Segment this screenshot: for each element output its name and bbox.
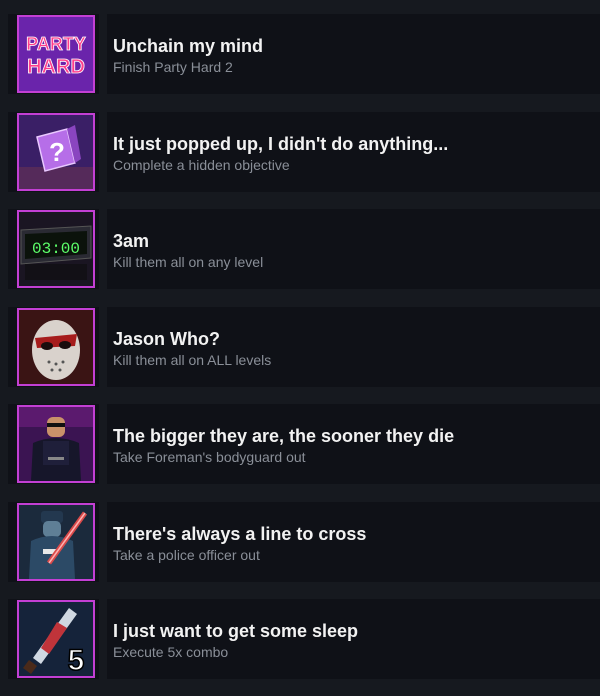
achievement-row[interactable]: PARTY HARD Unchain my mind Finish Party … <box>8 14 600 94</box>
achievement-title: The bigger they are, the sooner they die <box>113 426 455 446</box>
achievement-row[interactable]: There's always a line to cross Take a po… <box>8 502 600 582</box>
icon-clock-digits: 03:00 <box>32 240 80 258</box>
alarm-clock-icon: 03:00 <box>17 210 95 288</box>
achievement-title: 3am <box>113 231 150 251</box>
achievement-row[interactable]: The bigger they are, the sooner they die… <box>8 404 600 484</box>
achievement-description: Take a police officer out <box>113 547 260 563</box>
achievement-description: Finish Party Hard 2 <box>113 59 233 75</box>
party-hard-logo-icon: PARTY HARD <box>17 15 95 93</box>
achievement-title: There's always a line to cross <box>113 524 367 544</box>
achievement-title: It just popped up, I didn't do anything.… <box>113 134 449 154</box>
achievement-title: Jason Who? <box>113 329 220 349</box>
icon-logo-text-bottom: HARD <box>27 56 85 78</box>
combo-knife-icon: 5 <box>17 600 95 678</box>
achievement-description: Execute 5x combo <box>113 644 229 660</box>
achievement-row[interactable]: 03:00 3am Kill them all on any level <box>8 209 600 289</box>
mystery-box-icon: ? <box>17 113 95 191</box>
icon-combo-number: 5 <box>68 644 85 676</box>
achievement-list: PARTY HARD Unchain my mind Finish Party … <box>0 0 600 696</box>
hockey-mask-icon <box>17 308 95 386</box>
achievement-description: Take Foreman's bodyguard out <box>113 449 306 465</box>
icon-logo-text-top: PARTY <box>26 34 86 54</box>
achievement-row[interactable]: Jason Who? Kill them all on ALL levels <box>8 307 600 387</box>
icon-question-mark: ? <box>49 137 65 167</box>
bodyguard-icon <box>17 405 95 483</box>
achievement-description: Kill them all on any level <box>113 254 264 270</box>
achievement-row[interactable]: ? It just popped up, I didn't do anythin… <box>8 112 600 192</box>
achievement-title: I just want to get some sleep <box>113 621 359 641</box>
achievement-description: Complete a hidden objective <box>113 157 290 173</box>
police-officer-icon <box>17 503 95 581</box>
achievement-row[interactable]: 5 I just want to get some sleep Execute … <box>8 599 600 679</box>
achievement-title: Unchain my mind <box>113 36 264 56</box>
achievement-description: Kill them all on ALL levels <box>113 352 272 368</box>
